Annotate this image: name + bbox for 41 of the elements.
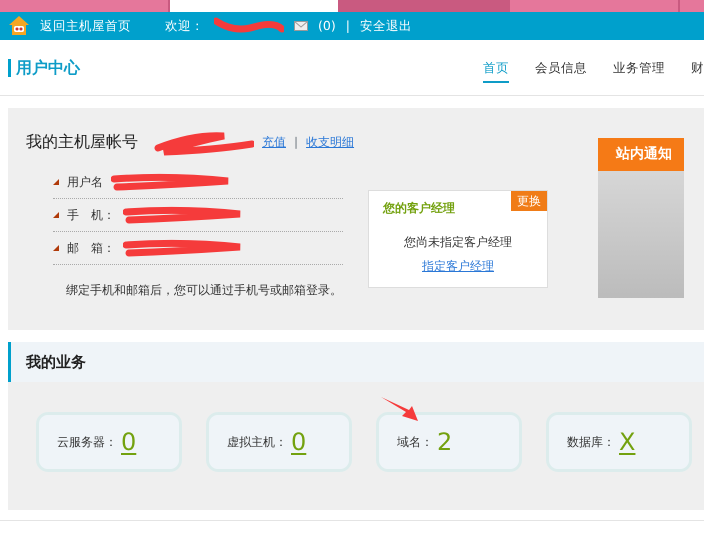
message-count[interactable]: (0)	[318, 16, 336, 36]
service-count[interactable]: X	[619, 424, 636, 460]
bullet-icon	[53, 212, 59, 218]
service-label: 云服务器：	[57, 434, 117, 451]
browser-tab[interactable]	[340, 0, 510, 12]
nav-tab[interactable]: 业务管理	[600, 40, 678, 96]
bullet-icon	[53, 245, 59, 251]
envelope-icon[interactable]	[294, 21, 308, 31]
redaction-scribble	[214, 17, 284, 35]
field-label: 用户名	[67, 174, 103, 191]
service-label: 数据库：	[567, 434, 615, 451]
service-count[interactable]: 2	[437, 424, 452, 460]
notice-title: 站内通知	[598, 138, 684, 171]
recharge-link[interactable]: 充值	[262, 133, 286, 151]
nav-tab[interactable]: 财	[678, 40, 704, 96]
bullet-icon	[53, 179, 59, 185]
logout-link[interactable]: 安全退出	[360, 16, 412, 36]
transactions-link[interactable]: 收支明细	[306, 133, 354, 151]
nav-tab[interactable]: 首页	[470, 40, 522, 96]
assign-link[interactable]: 指定客户经理	[422, 257, 494, 275]
arrow-icon	[380, 396, 420, 422]
status-text: 您尚未指定客户经理	[403, 234, 513, 251]
field-label: 手 机：	[67, 207, 115, 224]
welcome-text: 欢迎：	[165, 16, 204, 35]
service-count[interactable]: 0	[291, 424, 306, 460]
service-label: 虚拟主机：	[227, 434, 287, 451]
manager-title: 您的客户经理	[383, 200, 456, 217]
change-button[interactable]: 更换	[511, 191, 547, 211]
field-label: 邮 箱：	[67, 240, 115, 257]
browser-tab[interactable]	[170, 0, 340, 12]
nav-tab[interactable]: 会员信息	[522, 40, 600, 96]
home-link[interactable]: 返回主机屋首页	[40, 16, 131, 36]
separator: |	[346, 16, 350, 35]
service-label: 域名：	[397, 434, 433, 451]
page-title: 用户中心	[8, 58, 80, 76]
help-text: 绑定手机和邮箱后，您可以通过手机号或邮箱登录。	[66, 282, 343, 299]
separator: |	[294, 134, 298, 151]
section-title: 我的业务	[8, 342, 704, 382]
account-title: 我的主机屋帐号	[26, 131, 138, 153]
house-icon[interactable]	[8, 15, 30, 37]
service-count[interactable]: 0	[121, 424, 136, 460]
